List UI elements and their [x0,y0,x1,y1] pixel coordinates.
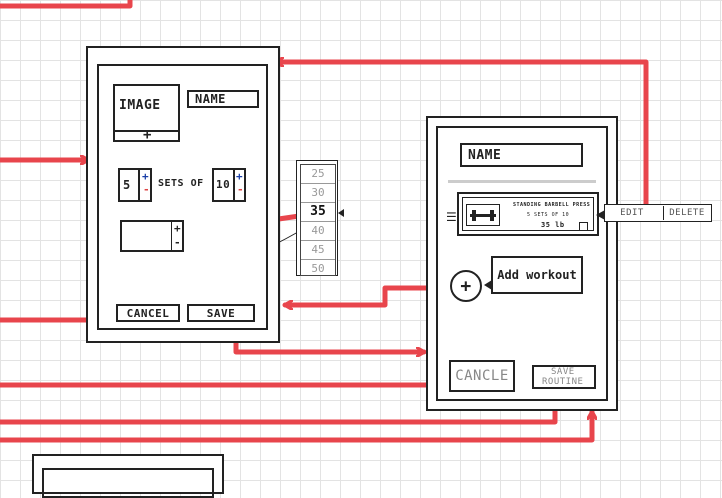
picker-option[interactable]: 30 [301,184,335,203]
edit-button[interactable]: EDIT [605,205,659,221]
picker-option[interactable]: 40 [301,222,335,241]
picker-option[interactable]: 25 [301,165,335,184]
reps-minus-icon[interactable]: - [237,184,244,195]
image-label: IMAGE [119,98,161,113]
partial-screen-bottom [42,468,214,498]
delete-button[interactable]: DELETE [663,205,711,221]
weight-picker[interactable]: 25 30 35 40 45 50 [296,160,344,276]
sets-plus-icon[interactable]: + [142,171,149,182]
reps-stepper[interactable]: 10 + - [212,168,246,202]
sets-stepper[interactable]: 5 + - [118,168,152,202]
routine-name-field[interactable]: NAME [460,143,583,167]
weight-plus-icon[interactable]: + [174,223,181,234]
form-save-button[interactable]: SAVE [187,304,255,322]
sets-of-label: SETS OF [158,178,204,189]
routine-name-label: NAME [468,148,502,163]
save-routine-label-2: ROUTINE [542,377,584,387]
weight-stepper[interactable]: + - [120,220,184,252]
barbell-plate-left [472,210,476,221]
save-routine-button[interactable]: SAVE ROUTINE [532,365,596,389]
add-icon: + [460,275,472,297]
sets-divider [138,170,140,200]
picker-option[interactable]: 45 [301,241,335,260]
add-workout-label[interactable]: Add workout [491,256,583,294]
weight-picker-column: 25 30 35 40 45 50 [300,164,336,276]
reps-value: 10 [216,178,231,191]
picker-pointer-icon [338,209,344,217]
arrow-into-save-routine [0,409,592,443]
routine-divider [448,180,596,183]
exercise-sets: 5 SETS OF 10 [527,212,570,218]
sets-minus-icon[interactable]: - [143,184,150,195]
exercise-thumbnail [466,204,500,226]
weight-minus-icon[interactable]: - [174,237,181,248]
sets-value: 5 [123,178,131,192]
drag-handle-icon[interactable]: ☰ [446,210,457,224]
card-actions: EDIT DELETE [604,204,712,222]
exercise-card[interactable]: STANDING BARBELL PRESS 5 SETS OF 10 35 l… [457,192,599,236]
exercise-weight: 35 lb [541,221,565,229]
picker-option-selected[interactable]: 35 [301,203,335,222]
add-workout-button[interactable]: + [450,270,482,302]
name-field[interactable]: NAME [187,90,259,108]
image-upload[interactable]: IMAGE + [113,84,180,143]
weight-divider [171,222,172,250]
exercise-title: STANDING BARBELL PRESS [513,202,591,208]
reps-plus-icon[interactable]: + [236,171,243,182]
save-routine-label-1: SAVE [551,367,575,377]
routine-cancel-button[interactable]: CANCLE [449,360,515,392]
reps-divider [233,170,235,200]
form-cancel-button[interactable]: CANCEL [116,304,180,322]
arrow-top-left-stub [0,0,133,9]
barbell-plate-right [490,210,494,221]
name-label: NAME [195,92,226,106]
image-add-icon[interactable]: + [143,127,152,143]
exercise-checkbox[interactable] [579,222,588,231]
picker-option[interactable]: 50 [301,260,335,275]
